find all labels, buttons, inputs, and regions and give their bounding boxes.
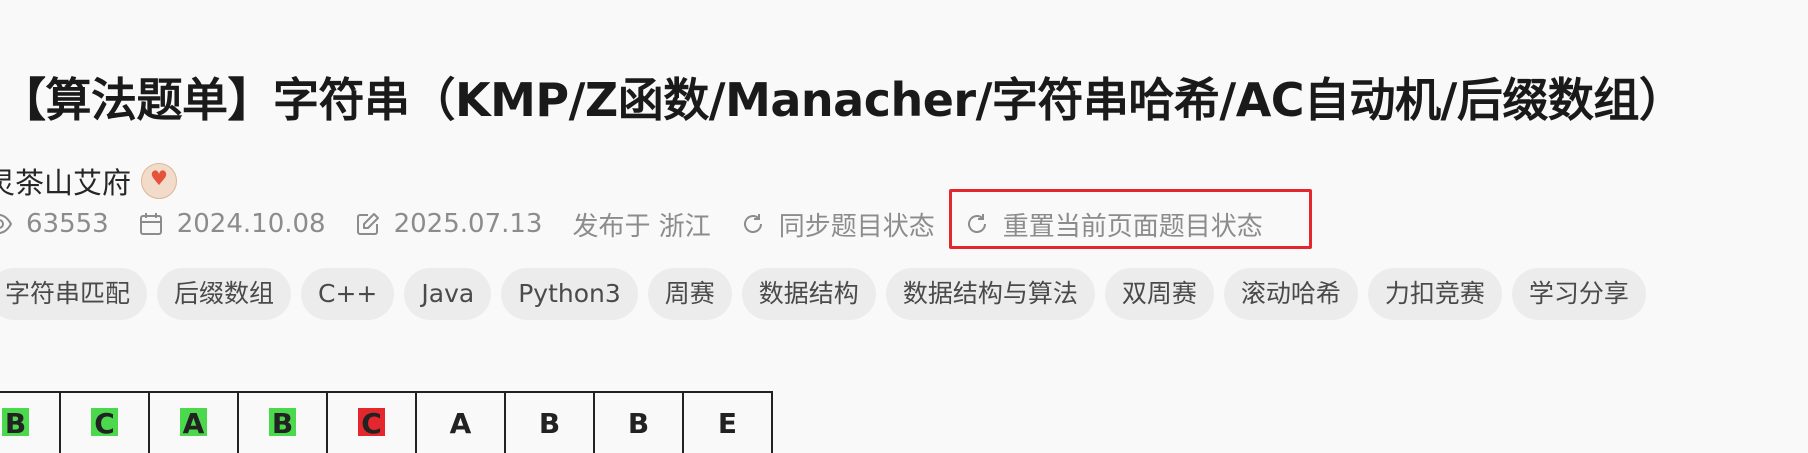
string-cell: B	[239, 393, 328, 453]
page-title: 【算法题单】字符串（KMP/Z函数/Manacher/字符串哈希/AC自动机/后…	[0, 73, 1685, 127]
tag[interactable]: 滚动哈希	[1223, 268, 1358, 320]
string-cell: C	[61, 393, 150, 453]
publish-location-text: 发布于 浙江	[572, 211, 711, 242]
eye-icon	[0, 214, 12, 234]
avatar[interactable]	[141, 163, 178, 199]
publish-location: 发布于 浙江	[572, 206, 710, 243]
string-cell: B	[506, 393, 595, 453]
tag[interactable]: 学习分享	[1511, 268, 1646, 320]
tag[interactable]: Python3	[501, 268, 638, 320]
tag[interactable]: 数据结构	[741, 268, 876, 320]
highlight-box	[949, 189, 1312, 249]
view-count: 63553	[0, 209, 109, 239]
tag[interactable]: 力扣竞赛	[1367, 268, 1502, 320]
string-cell: E	[684, 393, 773, 453]
tag[interactable]: 数据结构与算法	[885, 268, 1095, 320]
string-cell: A	[417, 393, 506, 453]
sync-status-label[interactable]: 同步题目状态	[779, 206, 935, 243]
tag[interactable]: C++	[301, 268, 395, 320]
view-count-value: 63553	[26, 209, 109, 239]
tag-list: 字符串匹配 后缀数组 C++ Java Python3 周赛 数据结构 数据结构…	[0, 268, 1656, 320]
edit-icon	[356, 212, 380, 236]
tag[interactable]: 周赛	[647, 268, 732, 320]
calendar-icon	[139, 212, 163, 236]
created-date-value: 2024.10.08	[176, 209, 326, 239]
sync-status-button[interactable]: 同步题目状态	[741, 206, 935, 243]
string-cell: B	[0, 393, 61, 453]
author-name[interactable]: 灵茶山艾府	[0, 160, 131, 202]
author-row[interactable]: 灵茶山艾府	[0, 160, 178, 202]
string-cell: C	[328, 393, 417, 453]
refresh-icon	[741, 212, 765, 236]
edited-date-value: 2025.07.13	[393, 209, 543, 239]
string-cell: A	[150, 393, 239, 453]
tag[interactable]: 后缀数组	[157, 268, 292, 320]
tag[interactable]: Java	[404, 268, 492, 320]
string-diagram: B C A B C A B B E	[0, 391, 773, 453]
edited-date: 2025.07.13	[356, 209, 543, 239]
tag[interactable]: 双周赛	[1104, 268, 1214, 320]
created-date: 2024.10.08	[139, 209, 326, 239]
string-cell: B	[595, 393, 684, 453]
tag[interactable]: 字符串匹配	[0, 268, 148, 320]
